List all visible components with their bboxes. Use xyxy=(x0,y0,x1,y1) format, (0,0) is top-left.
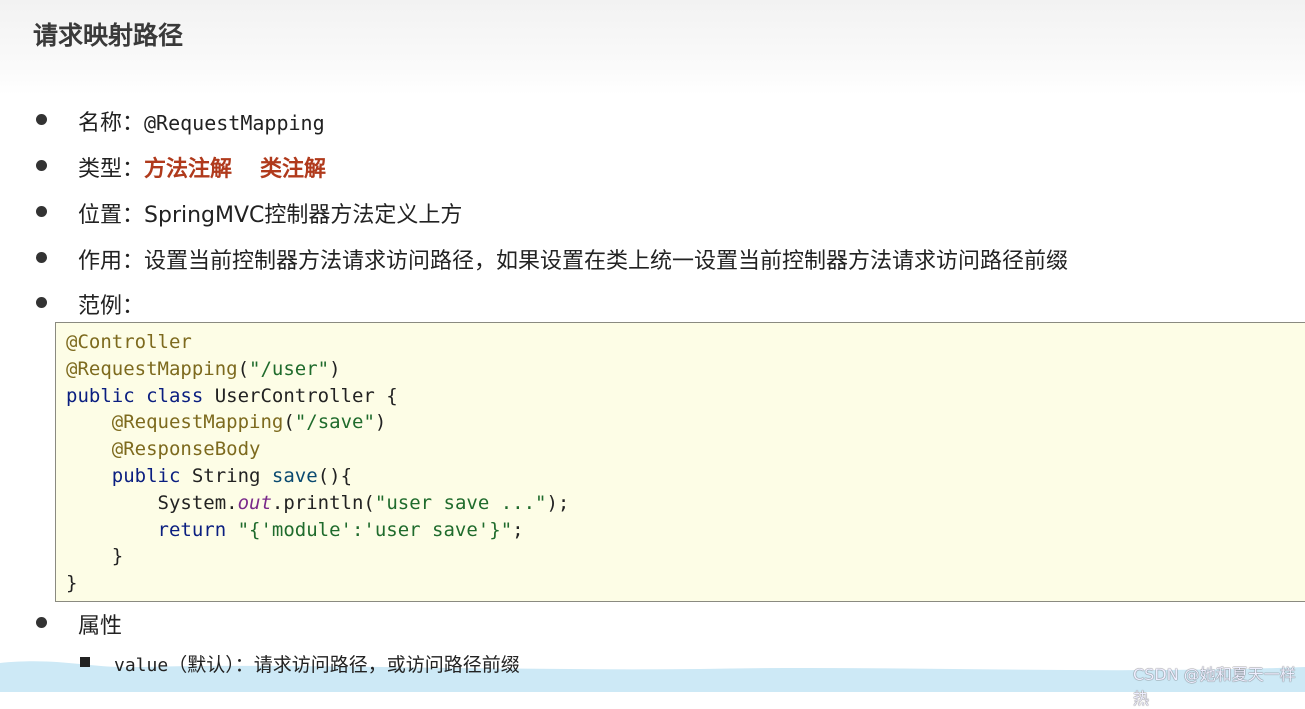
item-value: @RequestMapping xyxy=(144,111,325,135)
sub-item-value: value（默认）：请求访问路径，或访问路径前缀 xyxy=(114,650,520,677)
item-value: 方法注解 xyxy=(144,157,233,182)
code-token: @Controller xyxy=(66,331,192,353)
bullet-icon xyxy=(36,160,47,171)
code-token: String xyxy=(191,464,272,487)
code-token: ( xyxy=(237,357,250,380)
item-purpose: 作用：设置当前控制器方法请求访问路径，如果设置在类上统一设置当前控制器方法请求访… xyxy=(78,243,1068,275)
item-attributes: 属性 xyxy=(78,614,123,639)
code-token: public xyxy=(111,464,192,487)
attr-name: value xyxy=(114,655,169,676)
code-token: "{'module':'user save'}" xyxy=(237,518,513,541)
item-label: 名称： xyxy=(78,111,145,136)
code-token: (){ xyxy=(317,464,353,487)
item-label: 作用： xyxy=(78,249,145,274)
code-token: out xyxy=(237,491,272,514)
code-token: ) xyxy=(329,357,341,380)
bullet-icon xyxy=(36,252,47,263)
code-token: "/user" xyxy=(249,357,330,380)
item-value: 类注解 xyxy=(260,157,327,182)
item-value: SpringMVC控制器方法定义上方 xyxy=(144,203,463,228)
code-token: @RequestMapping xyxy=(111,411,284,434)
item-name: 名称：@RequestMapping xyxy=(78,105,325,137)
code-token: ; xyxy=(512,518,524,541)
code-token: @RequestMapping xyxy=(66,357,238,380)
code-block: @Controller @RequestMapping("/user") pub… xyxy=(55,322,1305,602)
code-token: @ResponseBody xyxy=(111,438,261,461)
code-token: ( xyxy=(283,411,295,434)
code-token: save xyxy=(271,464,318,487)
code-token: return xyxy=(157,518,238,541)
bullet-icon xyxy=(36,297,47,308)
bullet-icon xyxy=(36,617,47,628)
item-type: 类型：方法注解 类注解 xyxy=(78,151,326,183)
slide-header: 请求映射路径 xyxy=(0,0,1305,95)
item-label: 位置： xyxy=(78,203,145,228)
bullet-icon xyxy=(36,206,47,217)
square-bullet-icon xyxy=(80,657,90,667)
code-token: System. xyxy=(157,491,238,514)
code-token: "user save ..." xyxy=(374,491,547,514)
code-token: } xyxy=(66,572,78,595)
code-token: ); xyxy=(546,491,570,514)
page-title: 请求映射路径 xyxy=(33,21,184,50)
code-token: "/save" xyxy=(294,411,375,434)
item-label: 类型： xyxy=(78,157,145,182)
code-token: ) xyxy=(374,411,387,434)
watermark: CSDN @她和夏天一样热 xyxy=(1133,665,1296,708)
code-token: UserController { xyxy=(214,384,398,407)
item-example: 范例： xyxy=(78,294,145,319)
code-token: } xyxy=(111,545,124,568)
bullet-icon xyxy=(36,114,47,125)
attr-desc: （默认）：请求访问路径，或访问路径前缀 xyxy=(168,654,520,676)
item-value: 设置当前控制器方法请求访问路径，如果设置在类上统一设置当前控制器方法请求访问路径… xyxy=(144,249,1069,274)
item-location: 位置：SpringMVC控制器方法定义上方 xyxy=(78,197,462,229)
code-token: .println( xyxy=(271,491,375,514)
code-token: public class xyxy=(66,384,215,407)
